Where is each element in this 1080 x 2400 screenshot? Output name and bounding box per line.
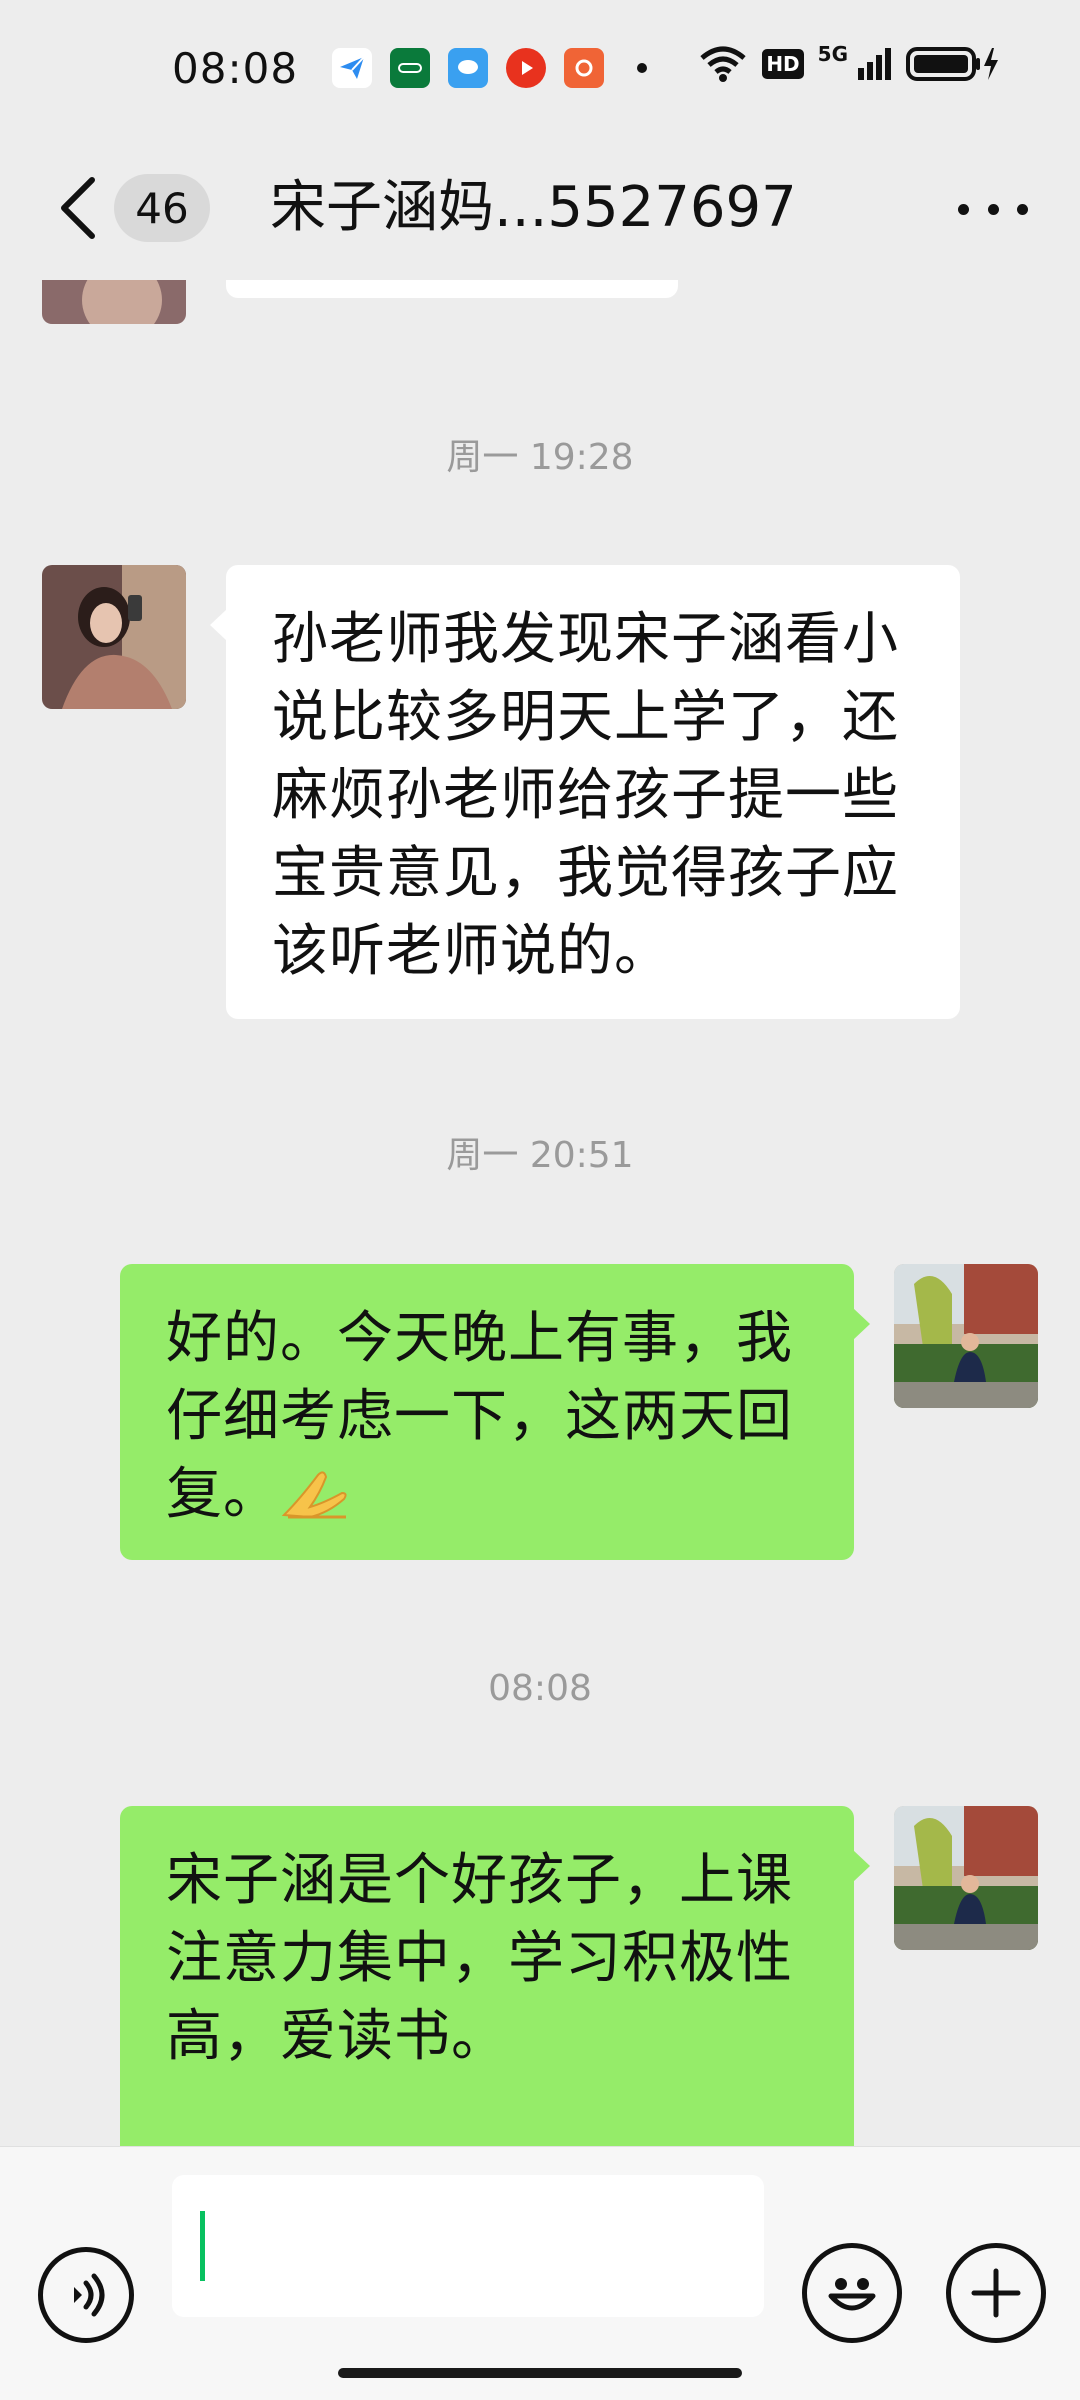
message-list[interactable]: 周一 19:28 孙老师我发现宋子涵看小说比较多明天上学了，还麻烦孙老师给孩子提… <box>0 280 1080 2146</box>
outgoing-message[interactable]: 宋子涵是个好孩子，上课注意力集中，学习积极性高，爱读书。 <box>120 1806 870 2146</box>
notification-icons <box>332 48 680 88</box>
chat-title: 宋子涵妈...5527697 <box>270 175 797 240</box>
message-bubble-partial[interactable] <box>226 280 678 298</box>
input-bar <box>0 2146 1080 2400</box>
more-options-button[interactable] <box>958 184 1028 234</box>
back-button[interactable] <box>50 174 110 242</box>
more-dot-icon <box>1017 203 1028 215</box>
contact-avatar[interactable] <box>42 565 186 709</box>
battery-icon <box>906 44 1002 84</box>
oppo-app-icon <box>390 48 431 88</box>
my-avatar[interactable] <box>894 1806 1038 1950</box>
more-dot-icon <box>987 203 999 215</box>
video-play-icon <box>506 48 547 88</box>
signal-icon <box>856 46 892 82</box>
home-indicator[interactable] <box>338 2368 742 2378</box>
message-input[interactable] <box>172 2175 764 2317</box>
chat-bubble-icon <box>448 48 489 88</box>
status-bar: 08:08 HD 5G <box>0 0 1080 136</box>
dot-icon <box>622 48 662 88</box>
message-timestamp: 周一 20:51 <box>446 1135 634 1176</box>
status-indicators: HD 5G <box>684 42 1002 84</box>
voice-input-button[interactable] <box>38 2247 134 2343</box>
more-functions-button[interactable] <box>946 2243 1046 2343</box>
text-cursor <box>200 2211 205 2281</box>
incoming-message[interactable]: 孙老师我发现宋子涵看小说比较多明天上学了，还麻烦孙老师给孩子提一些宝贵意见，我觉… <box>210 565 960 1019</box>
outgoing-message-text: 好的。今天晚上有事，我仔细考虑一下，这两天回复。 <box>166 1306 793 1527</box>
message-timestamp: 周一 19:28 <box>446 437 634 478</box>
contact-avatar[interactable] <box>42 280 186 324</box>
outgoing-message[interactable]: 好的。今天晚上有事，我仔细考虑一下，这两天回复。 <box>120 1264 870 1560</box>
wifi-icon <box>698 44 748 84</box>
paper-plane-icon <box>332 48 373 88</box>
chat-header: 46 宋子涵妈...5527697 <box>0 136 1080 280</box>
network-type: 5G <box>817 42 848 66</box>
hd-badge: HD <box>762 49 804 79</box>
emoji-button[interactable] <box>802 2243 902 2343</box>
message-timestamp: 08:08 <box>488 1668 592 1709</box>
more-dot-icon <box>958 203 969 215</box>
praying-hands-emoji-icon <box>280 1462 350 1519</box>
status-time: 08:08 <box>172 43 299 93</box>
my-avatar[interactable] <box>894 1264 1038 1408</box>
unread-count-badge[interactable]: 46 <box>114 174 210 242</box>
camera-app-icon <box>564 48 605 88</box>
